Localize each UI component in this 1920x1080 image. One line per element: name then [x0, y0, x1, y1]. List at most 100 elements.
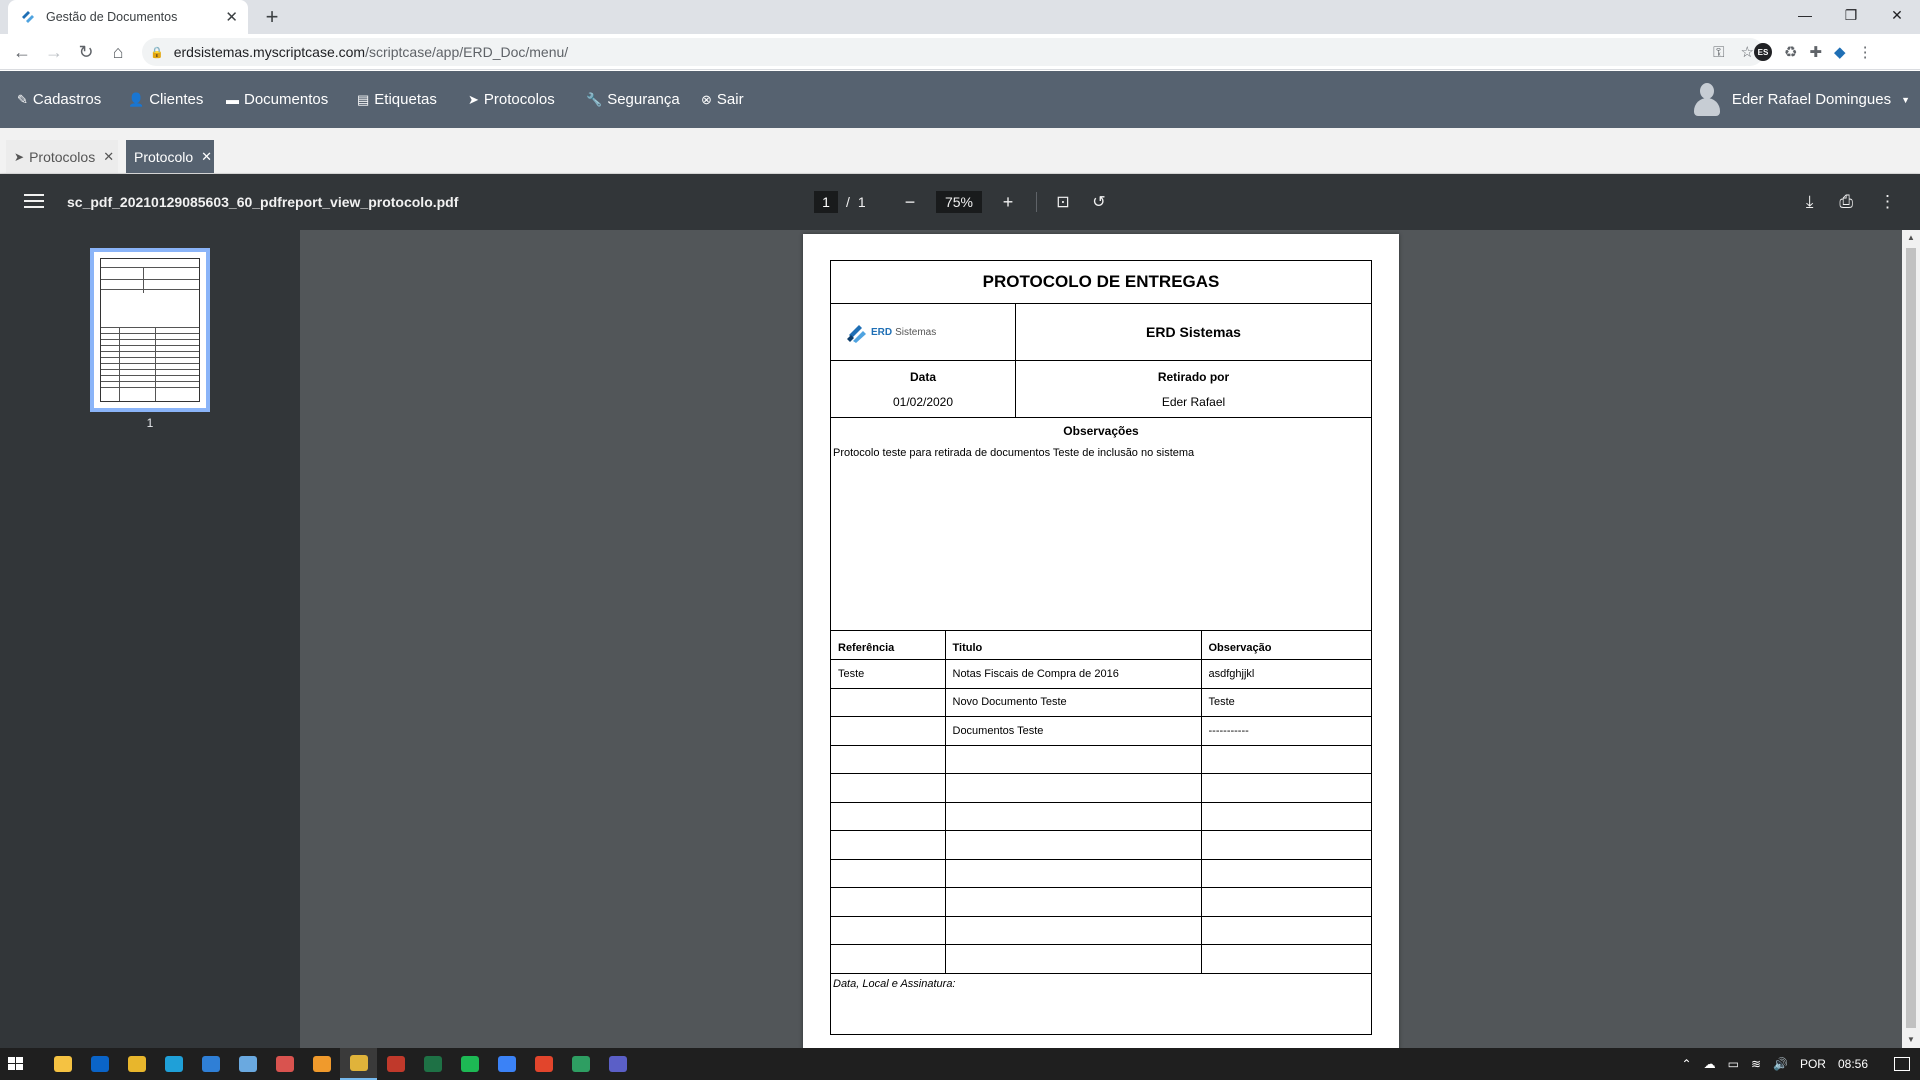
avatar — [1693, 82, 1720, 117]
zoom-in-icon[interactable]: + — [996, 192, 1020, 213]
back-icon[interactable]: ← — [8, 38, 36, 66]
vertical-scrollbar[interactable]: ▲ ▼ — [1902, 230, 1920, 1048]
sublime-icon[interactable] — [303, 1048, 340, 1080]
menu-label: Segurança — [607, 91, 680, 108]
fit-page-icon[interactable]: ⊡ — [1051, 192, 1075, 212]
app-window-icon[interactable] — [562, 1048, 599, 1080]
total-pages: 1 — [857, 194, 866, 210]
company-logo: ERD Sistemas — [847, 321, 936, 343]
outlook-icon[interactable] — [81, 1048, 118, 1080]
edge-icon[interactable] — [155, 1048, 192, 1080]
menu-clientes[interactable]: 👤 Clientes — [128, 71, 203, 128]
app-blue-icon[interactable] — [488, 1048, 525, 1080]
language-indicator[interactable]: POR — [1800, 1057, 1826, 1071]
browser-tabstrip: Gestão de Documentos ✕ + — ❐ ✕ — [0, 0, 1920, 34]
print-icon[interactable]: ⎙ — [1839, 192, 1853, 212]
address-bar[interactable]: 🔒 erdsistemas.myscriptcase.com /scriptca… — [142, 38, 1764, 66]
home-icon[interactable]: ⌂ — [104, 38, 132, 66]
file-explorer-icon[interactable] — [44, 1048, 81, 1080]
chevron-up-icon[interactable]: ⌃ — [1682, 1057, 1692, 1071]
table-row — [831, 944, 1371, 974]
extension-es-icon[interactable]: ES — [1754, 43, 1772, 61]
notes-icon[interactable] — [229, 1048, 266, 1080]
observations-label: Observações — [1063, 424, 1139, 438]
browser-tab[interactable]: Gestão de Documentos ✕ — [8, 0, 248, 34]
battery-icon[interactable]: ▭ — [1728, 1057, 1739, 1071]
close-window-icon[interactable]: ✕ — [1874, 0, 1920, 30]
more-options-icon[interactable]: ⋮ — [1879, 192, 1896, 212]
teams-icon[interactable] — [599, 1048, 636, 1080]
chrome-icon[interactable] — [340, 1048, 377, 1080]
zoom-input[interactable]: 75% — [936, 191, 982, 213]
menu-etiquetas[interactable]: ▤ Etiquetas — [357, 71, 437, 128]
table-cell — [831, 858, 946, 888]
page-thumbnail[interactable] — [90, 248, 210, 412]
volume-icon[interactable]: 🔊 — [1773, 1057, 1788, 1071]
hamburger-menu-icon[interactable] — [24, 190, 44, 214]
table-cell: Notas Fiscais de Compra de 2016 — [944, 659, 1202, 689]
page-number-input[interactable]: 1 — [814, 191, 838, 213]
browser-toolbar: ← → ↻ ⌂ 🔒 erdsistemas.myscriptcase.com /… — [0, 34, 1920, 70]
withdrawn-value: Eder Rafael — [1161, 394, 1226, 409]
bookmark-star-icon[interactable]: ☆ — [1741, 43, 1754, 61]
minimize-icon[interactable]: — — [1782, 0, 1828, 30]
table-row — [831, 887, 1371, 917]
table-cell — [831, 744, 946, 774]
zoom-out-icon[interactable]: − — [898, 192, 922, 213]
windows-start-icon[interactable] — [8, 1057, 24, 1071]
tab-protocolo[interactable]: Protocolo ✕ — [126, 140, 214, 173]
table-row — [831, 858, 1371, 888]
spotify-icon[interactable] — [451, 1048, 488, 1080]
caret-down-icon: ▼ — [1901, 94, 1910, 105]
notifications-icon[interactable] — [1894, 1057, 1910, 1071]
mail-icon[interactable] — [192, 1048, 229, 1080]
app-jet-icon[interactable] — [377, 1048, 414, 1080]
user-icon: 👤 — [128, 91, 145, 107]
pdf-viewer[interactable]: PROTOCOLO DE ENTREGAS ERD Sistemas ERD S… — [300, 230, 1902, 1048]
extension-erd-icon[interactable]: ◆ — [1834, 43, 1846, 61]
table-row — [831, 915, 1371, 945]
new-tab-button[interactable]: + — [258, 3, 286, 31]
folder-app-icon[interactable] — [118, 1048, 155, 1080]
scroll-up-icon[interactable]: ▲ — [1902, 230, 1920, 246]
page-selector: 1 / 1 — [814, 190, 866, 214]
cloud-icon[interactable]: ☁ — [1704, 1057, 1716, 1071]
window-controls: — ❐ ✕ — [1782, 0, 1920, 34]
logo-cell: ERD Sistemas — [831, 304, 1016, 360]
user-name: Eder Rafael Domingues — [1731, 91, 1892, 108]
menu-documentos[interactable]: ▬ Documentos — [226, 71, 328, 128]
scrollbar-thumb[interactable] — [1906, 248, 1916, 1028]
table-cell: ----------- — [1200, 716, 1371, 746]
table-cell — [831, 944, 946, 974]
protocol-document: PROTOCOLO DE ENTREGAS ERD Sistemas ERD S… — [830, 260, 1372, 1035]
menu-sair[interactable]: ⊗ Sair — [701, 71, 744, 128]
menu-cadastros[interactable]: ✎ Cadastros — [17, 71, 101, 128]
excel-icon[interactable] — [414, 1048, 451, 1080]
clock[interactable]: 08:56 — [1838, 1057, 1868, 1071]
tab-protocolos[interactable]: ➤ Protocolos ✕ — [6, 140, 118, 173]
table-cell — [1200, 801, 1371, 831]
user-menu[interactable]: Eder Rafael Domingues ▼ — [1693, 71, 1910, 128]
reload-icon[interactable]: ↻ — [72, 38, 100, 66]
date-cell: Data 01/02/2020 — [831, 361, 1016, 417]
brave-icon[interactable] — [525, 1048, 562, 1080]
wifi-icon[interactable]: ≋ — [1751, 1057, 1761, 1071]
thumbnail-sidebar: 1 — [0, 230, 300, 1048]
close-tab-icon[interactable]: ✕ — [225, 8, 238, 26]
table-cell — [944, 773, 1202, 803]
key-icon[interactable]: ⚿ — [1713, 44, 1724, 61]
forward-icon[interactable]: → — [40, 38, 68, 66]
menu-seguranca[interactable]: 🔧 Segurança — [586, 71, 680, 128]
menu-protocolos[interactable]: ➤ Protocolos — [468, 71, 555, 128]
table-cell: Teste — [1200, 687, 1371, 717]
rotate-icon[interactable]: ↺ — [1087, 192, 1111, 212]
download-icon[interactable]: ⤓ — [1806, 192, 1814, 212]
close-tab-icon[interactable]: ✕ — [103, 149, 114, 165]
extension-recycle-icon[interactable]: ♻ — [1784, 43, 1797, 61]
restore-icon[interactable]: ❐ — [1828, 0, 1874, 30]
app-red-icon[interactable] — [266, 1048, 303, 1080]
close-tab-icon[interactable]: ✕ — [201, 149, 212, 165]
extensions-puzzle-icon[interactable]: ✚ — [1809, 43, 1822, 61]
browser-menu-icon[interactable]: ⋮ — [1858, 43, 1873, 61]
scroll-down-icon[interactable]: ▼ — [1902, 1032, 1920, 1048]
